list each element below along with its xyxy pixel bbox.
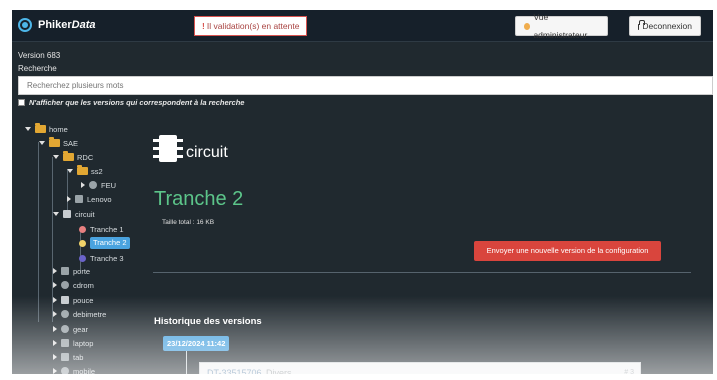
tree-item-porte[interactable]: porte bbox=[53, 265, 90, 277]
tree-item-circuit[interactable]: circuit bbox=[53, 208, 95, 220]
logo[interactable]: PhikerData bbox=[18, 18, 95, 32]
tree-item-gear[interactable]: gear bbox=[53, 323, 88, 335]
folder-icon bbox=[63, 151, 74, 161]
expand-icon[interactable] bbox=[53, 268, 57, 274]
expand-icon[interactable] bbox=[53, 354, 57, 360]
folder-icon bbox=[49, 137, 60, 147]
expand-icon[interactable] bbox=[53, 282, 57, 288]
expand-icon[interactable] bbox=[53, 368, 57, 374]
expand-icon[interactable] bbox=[81, 182, 85, 188]
tree-item-lenovo[interactable]: Lenovo bbox=[67, 193, 112, 205]
tree-item-ss2[interactable]: ss2 bbox=[67, 165, 103, 177]
folder-icon bbox=[77, 165, 88, 175]
tree-item-tranche-1[interactable]: Tranche 1 bbox=[79, 223, 124, 235]
tree-item-tranche-3[interactable]: Tranche 3 bbox=[79, 252, 124, 264]
logo-icon bbox=[18, 18, 32, 32]
filter-option[interactable]: N'afficher que les versions qui correspo… bbox=[18, 98, 244, 107]
total-size: Taille total : 16 KB bbox=[162, 219, 215, 226]
page-title: Tranche 2 bbox=[154, 188, 244, 210]
door-icon bbox=[61, 267, 69, 275]
history-date-badge: 23/12/2024 11:42 bbox=[163, 336, 230, 351]
logo-text: PhikerData bbox=[38, 19, 96, 31]
image-icon bbox=[61, 353, 69, 361]
admin-view-button[interactable]: Vue administrateur bbox=[515, 12, 608, 40]
divider bbox=[153, 272, 691, 273]
laptop-icon bbox=[75, 195, 83, 203]
tree-item-feu[interactable]: FEU bbox=[81, 179, 116, 191]
search-label: Recherche bbox=[18, 64, 57, 73]
light-icon bbox=[89, 181, 97, 189]
status-dot-icon bbox=[79, 225, 86, 233]
history-entry-number: # 3 bbox=[624, 369, 634, 374]
folder-icon bbox=[35, 123, 46, 133]
expand-icon[interactable] bbox=[39, 141, 45, 145]
disc-icon bbox=[61, 281, 69, 289]
expand-icon[interactable] bbox=[53, 155, 59, 159]
send-new-version-button[interactable]: Envoyer une nouvelle version de la confi… bbox=[474, 241, 661, 261]
expand-icon[interactable] bbox=[53, 340, 57, 346]
alert-icon: ! bbox=[202, 21, 205, 31]
history-entry-type: Divers bbox=[266, 368, 292, 374]
tree-item-tab[interactable]: tab bbox=[53, 351, 83, 363]
chip-icon bbox=[61, 296, 69, 304]
expand-icon[interactable] bbox=[53, 311, 57, 317]
logout-button[interactable]: Deconnexion bbox=[629, 16, 701, 36]
laptop-icon bbox=[61, 339, 69, 347]
chip-icon bbox=[63, 210, 71, 218]
search-input[interactable] bbox=[18, 76, 713, 95]
expand-icon[interactable] bbox=[53, 212, 59, 216]
status-dot-icon bbox=[79, 239, 86, 247]
tree-item-laptop[interactable]: laptop bbox=[53, 337, 93, 349]
tree-item-cdrom[interactable]: cdrom bbox=[53, 279, 94, 291]
tree-item-debimetre[interactable]: debimetre bbox=[53, 308, 106, 320]
filter-checkbox[interactable] bbox=[18, 99, 25, 106]
pending-validations-badge[interactable]: ! Il validation(s) en attente bbox=[194, 16, 308, 36]
history-entry[interactable]: DT-33515706 Divers # 3 bbox=[199, 362, 641, 374]
device-icon bbox=[61, 367, 69, 374]
tree-item-tranche-2[interactable]: Tranche 2 bbox=[79, 237, 130, 249]
history-title: Historique des versions bbox=[154, 316, 262, 327]
tree-item-rdc[interactable]: RDC bbox=[53, 151, 93, 163]
tree-item-misc[interactable]: mobile bbox=[53, 365, 95, 374]
app-window: PhikerData ! Il validation(s) en attente … bbox=[12, 10, 713, 374]
timeline-line bbox=[186, 351, 187, 374]
gear-icon bbox=[61, 325, 69, 333]
circuit-chip-icon bbox=[153, 133, 183, 165]
tree-item-sae[interactable]: SAE bbox=[39, 137, 78, 149]
eye-icon bbox=[524, 22, 531, 30]
expand-icon[interactable] bbox=[53, 297, 57, 303]
expand-icon[interactable] bbox=[25, 127, 31, 131]
status-dot-icon bbox=[79, 254, 86, 262]
version-label: Version 683 bbox=[18, 51, 61, 60]
tree-guide-line bbox=[38, 142, 39, 322]
top-bar: PhikerData ! Il validation(s) en attente … bbox=[12, 10, 713, 42]
expand-icon[interactable] bbox=[53, 326, 57, 332]
tree-item-pouce[interactable]: pouce bbox=[53, 294, 93, 306]
device-name: circuit bbox=[186, 144, 228, 161]
expand-icon[interactable] bbox=[67, 169, 73, 173]
lock-icon bbox=[638, 20, 648, 30]
eye-icon bbox=[61, 310, 69, 318]
history-entry-link[interactable]: DT-33515706 bbox=[207, 368, 262, 374]
expand-icon[interactable] bbox=[67, 196, 71, 202]
tree-item-home[interactable]: home bbox=[25, 123, 68, 135]
